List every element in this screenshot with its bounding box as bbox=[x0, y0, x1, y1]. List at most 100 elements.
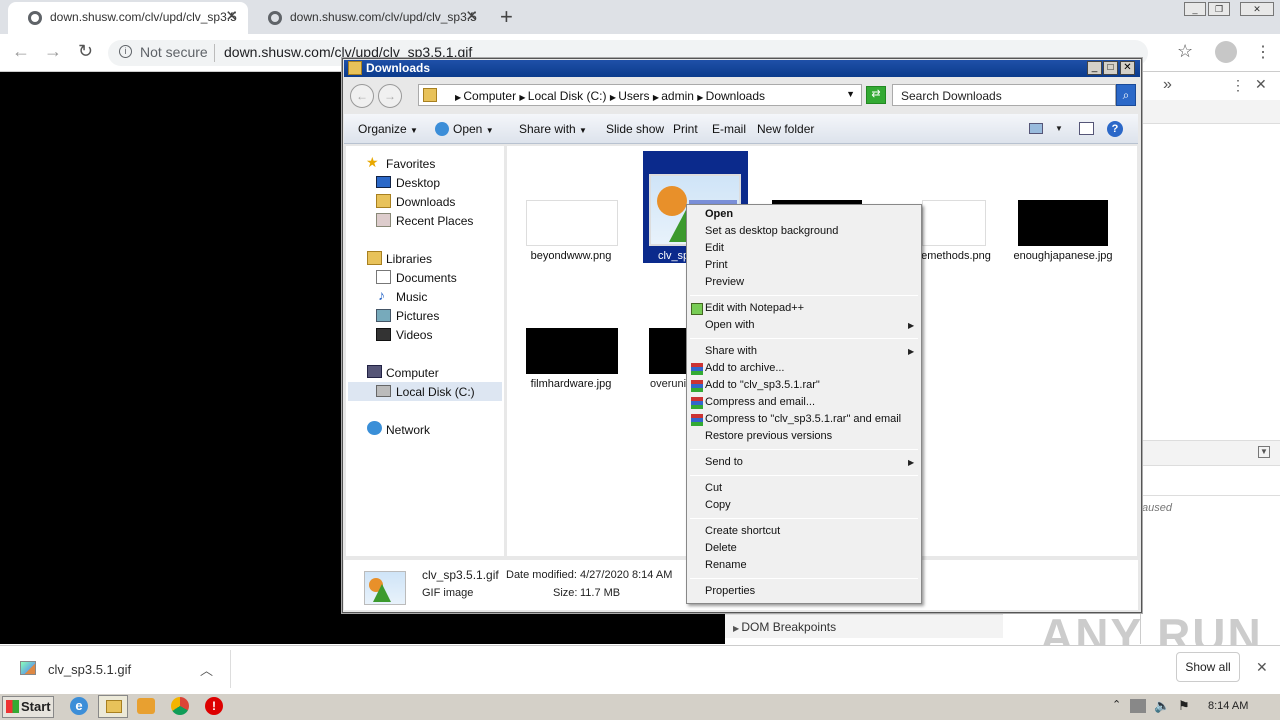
search-input[interactable]: Search Downloads bbox=[892, 84, 1116, 106]
nav-videos[interactable]: Videos bbox=[396, 328, 432, 342]
nav-downloads[interactable]: Downloads bbox=[396, 195, 455, 209]
menu-copy[interactable]: Copy bbox=[705, 499, 731, 511]
minimize-button[interactable]: _ bbox=[1087, 61, 1102, 75]
nav-documents[interactable]: Documents bbox=[396, 271, 457, 285]
nav-local-disk[interactable]: Local Disk (C:) bbox=[396, 385, 475, 399]
show-all-button[interactable]: Show all bbox=[1176, 652, 1240, 682]
menu-delete[interactable]: Delete bbox=[705, 542, 737, 554]
menu-compress-and-email[interactable]: Compress and email... bbox=[705, 396, 815, 408]
browser-tab[interactable]: down.shusw.com/clv/upd/clv_sp3.5 ✕ bbox=[248, 2, 488, 34]
menu-preview[interactable]: Preview bbox=[705, 276, 744, 288]
media-player-icon[interactable] bbox=[137, 698, 155, 714]
menu-print[interactable]: Print bbox=[705, 259, 728, 271]
search-icon[interactable]: ⌕ bbox=[1116, 84, 1136, 106]
menu-share-with[interactable]: Share with bbox=[705, 345, 757, 357]
email-button[interactable]: E-mail bbox=[712, 122, 746, 136]
menu-rename[interactable]: Rename bbox=[705, 559, 747, 571]
maximize-button[interactable]: □ bbox=[1103, 61, 1118, 75]
ie-icon[interactable]: e bbox=[70, 697, 88, 715]
print-button[interactable]: Print bbox=[673, 122, 698, 136]
nav-desktop[interactable]: Desktop bbox=[396, 176, 440, 190]
file-thumbnail[interactable] bbox=[649, 328, 687, 374]
help-icon[interactable]: ? bbox=[1107, 121, 1123, 137]
network-tray-icon[interactable] bbox=[1130, 699, 1146, 713]
forward-icon[interactable]: → bbox=[44, 41, 62, 62]
dropdown-icon[interactable]: ▼ bbox=[1258, 446, 1270, 458]
minimize-browser-button[interactable]: _ bbox=[1184, 2, 1206, 16]
explorer-address-bar[interactable]: ▶ Computer ▶ Local Disk (C:) ▶ Users ▶ a… bbox=[418, 84, 862, 106]
nav-libraries[interactable]: Libraries bbox=[386, 252, 432, 266]
restore-browser-button[interactable]: ❐ bbox=[1208, 2, 1230, 16]
breadcrumb-computer[interactable]: Computer bbox=[463, 89, 516, 103]
menu-create-shortcut[interactable]: Create shortcut bbox=[705, 525, 780, 537]
close-tab-icon[interactable]: ✕ bbox=[225, 2, 238, 32]
close-tab-icon[interactable]: ✕ bbox=[465, 2, 478, 32]
breadcrumb-users[interactable]: Users bbox=[618, 89, 649, 103]
download-filename[interactable]: clv_sp3.5.1.gif bbox=[48, 662, 131, 677]
close-shelf-icon[interactable]: ✕ bbox=[1256, 659, 1268, 676]
close-button[interactable]: ✕ bbox=[1120, 61, 1135, 75]
file-name[interactable]: beyondwww.png bbox=[519, 250, 623, 262]
menu-properties[interactable]: Properties bbox=[705, 585, 755, 597]
star-icon[interactable]: ☆ bbox=[1177, 41, 1193, 62]
new-folder-button[interactable]: New folder bbox=[757, 122, 814, 136]
nav-computer[interactable]: Computer bbox=[386, 366, 439, 380]
menu-edit[interactable]: Edit bbox=[705, 242, 724, 254]
menu-set-desktop-background[interactable]: Set as desktop background bbox=[705, 225, 838, 237]
slide-show-button[interactable]: Slide show bbox=[606, 122, 664, 136]
menu-add-to-archive[interactable]: Add to archive... bbox=[705, 362, 785, 374]
profile-avatar[interactable] bbox=[1215, 41, 1237, 63]
open-button[interactable]: Open ▼ bbox=[453, 122, 494, 136]
nav-favorites[interactable]: Favorites bbox=[386, 157, 435, 171]
tray-expand-icon[interactable]: ⌃ bbox=[1112, 698, 1121, 711]
menu-compress-to-rar-and-email[interactable]: Compress to "clv_sp3.5.1.rar" and email bbox=[705, 413, 901, 425]
nav-recent-places[interactable]: Recent Places bbox=[396, 214, 473, 228]
menu-open[interactable]: Open bbox=[705, 208, 733, 220]
file-thumbnail[interactable] bbox=[526, 328, 618, 374]
preview-pane-icon[interactable] bbox=[1079, 122, 1094, 135]
browser-tab-active[interactable]: down.shusw.com/clv/upd/clv_sp3.5 ✕ bbox=[8, 2, 248, 34]
taskbar-explorer-button[interactable] bbox=[98, 695, 128, 718]
start-button[interactable]: Start bbox=[2, 696, 54, 718]
organize-button[interactable]: Organize ▼ bbox=[358, 122, 418, 136]
file-name[interactable]: overuni bbox=[650, 378, 686, 390]
file-name[interactable]: enoughjapanese.jpg bbox=[1011, 250, 1115, 262]
close-browser-button[interactable]: ✕ bbox=[1240, 2, 1274, 16]
info-icon[interactable]: i bbox=[119, 45, 132, 58]
view-options-icon[interactable] bbox=[1029, 123, 1043, 134]
file-name[interactable]: filmhardware.jpg bbox=[519, 378, 623, 390]
taskbar-clock[interactable]: 8:14 AM bbox=[1208, 700, 1248, 712]
menu-restore-previous-versions[interactable]: Restore previous versions bbox=[705, 430, 832, 442]
breadcrumb-admin[interactable]: admin bbox=[661, 89, 694, 103]
dom-breakpoints-section[interactable]: ▶ DOM Breakpoints bbox=[725, 614, 1003, 638]
devtools-menu-icon[interactable]: ⋮ bbox=[1231, 77, 1245, 94]
chevron-up-icon[interactable]: ︿ bbox=[200, 660, 213, 679]
new-tab-button[interactable]: + bbox=[500, 4, 513, 30]
reload-icon[interactable]: ↻ bbox=[78, 41, 93, 62]
menu-icon[interactable]: ⋮ bbox=[1255, 42, 1271, 62]
file-thumbnail[interactable] bbox=[1018, 200, 1108, 246]
volume-icon[interactable]: 🔈 bbox=[1154, 698, 1170, 714]
back-icon[interactable]: ← bbox=[12, 41, 30, 62]
nav-pictures[interactable]: Pictures bbox=[396, 309, 439, 323]
forward-icon[interactable]: → bbox=[378, 84, 402, 108]
file-thumbnail[interactable] bbox=[526, 200, 618, 246]
selected-file-name[interactable]: clv_sp bbox=[658, 250, 689, 262]
nav-network[interactable]: Network bbox=[386, 423, 430, 437]
chevron-down-icon[interactable]: ▼ bbox=[846, 89, 855, 99]
menu-add-to-rar[interactable]: Add to "clv_sp3.5.1.rar" bbox=[705, 379, 820, 391]
more-panels-icon[interactable]: » bbox=[1163, 76, 1172, 94]
menu-send-to[interactable]: Send to bbox=[705, 456, 743, 468]
flag-icon[interactable]: ⚑ bbox=[1178, 698, 1190, 714]
menu-edit-notepadpp[interactable]: Edit with Notepad++ bbox=[705, 302, 804, 314]
nav-music[interactable]: Music bbox=[396, 290, 427, 304]
refresh-icon[interactable]: ⇄ bbox=[866, 86, 886, 104]
menu-cut[interactable]: Cut bbox=[705, 482, 722, 494]
breadcrumb-downloads[interactable]: Downloads bbox=[706, 89, 765, 103]
warning-app-icon[interactable]: ! bbox=[205, 697, 223, 715]
file-thumbnail[interactable] bbox=[922, 200, 986, 246]
devtools-close-icon[interactable]: ✕ bbox=[1255, 76, 1267, 93]
chrome-icon[interactable] bbox=[171, 697, 189, 715]
share-with-button[interactable]: Share with ▼ bbox=[519, 122, 587, 136]
back-icon[interactable]: ← bbox=[350, 84, 374, 108]
